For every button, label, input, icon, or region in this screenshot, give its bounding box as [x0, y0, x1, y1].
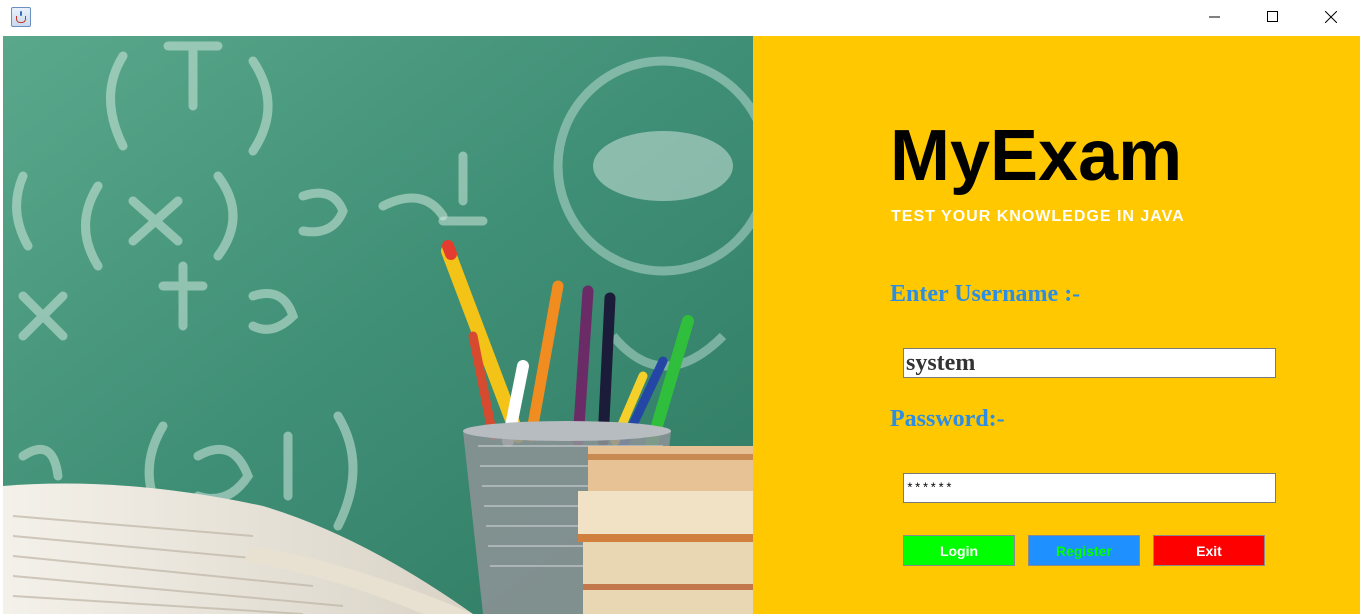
maximize-icon[interactable] [1244, 0, 1302, 34]
classroom-hero-image [3, 36, 753, 614]
window-title-bar [0, 0, 1361, 36]
login-panel: MyExam TEST YOUR KNOWLEDGE IN JAVA Enter… [753, 36, 1360, 614]
app-subtitle: TEST YOUR KNOWLEDGE IN JAVA [891, 208, 1185, 225]
register-button[interactable]: Register [1028, 535, 1140, 566]
password-label: Password:- [890, 406, 1005, 432]
minimize-icon[interactable] [1186, 0, 1244, 34]
username-input[interactable] [903, 348, 1276, 378]
java-cup-icon[interactable] [11, 7, 31, 27]
exit-button[interactable]: Exit [1153, 535, 1265, 566]
login-button[interactable]: Login [903, 535, 1015, 566]
username-label: Enter Username :- [890, 281, 1081, 307]
app-title: MyExam [890, 116, 1183, 196]
password-input[interactable] [903, 473, 1276, 503]
close-icon[interactable] [1302, 0, 1360, 34]
